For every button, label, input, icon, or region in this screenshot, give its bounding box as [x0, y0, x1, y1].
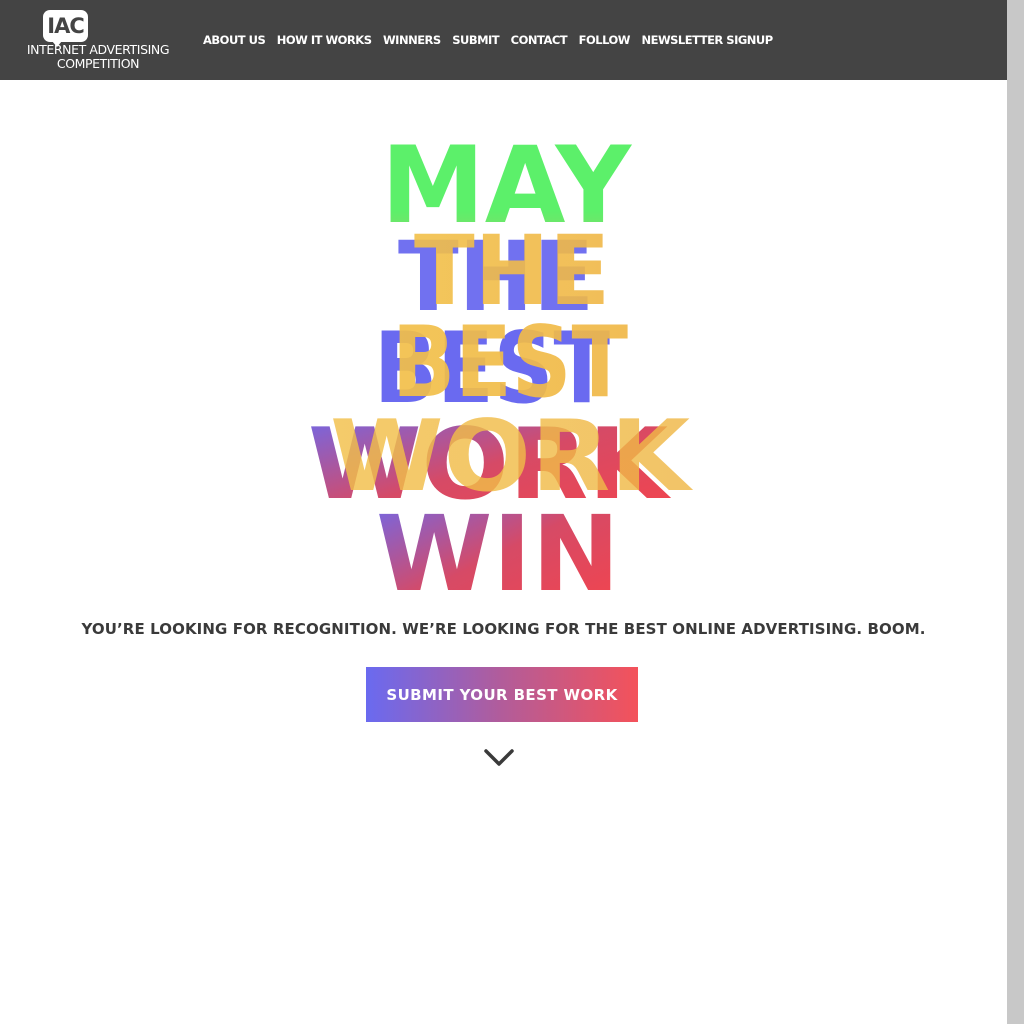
logo-text-line-1: INTERNET ADVERTISING: [26, 42, 170, 57]
nav-item-follow[interactable]: FOLLOW: [579, 33, 631, 47]
nav-item-about-us[interactable]: ABOUT US: [203, 33, 266, 47]
main-nav: ABOUT US HOW IT WORKS WINNERS SUBMIT CON…: [203, 31, 784, 49]
submit-best-work-button[interactable]: SUBMIT YOUR BEST WORK: [366, 667, 638, 722]
tagline: YOU’RE LOOKING FOR RECOGNITION. WE’RE LO…: [81, 620, 926, 638]
chevron-down-icon: [484, 749, 514, 766]
site-header: IAC INTERNET ADVERTISING COMPETITION ABO…: [0, 0, 1007, 80]
nav-item-contact[interactable]: CONTACT: [511, 33, 568, 47]
nav-item-submit[interactable]: SUBMIT: [452, 33, 499, 47]
site-logo[interactable]: IAC INTERNET ADVERTISING COMPETITION: [20, 8, 176, 74]
logo-mark: IAC: [43, 10, 88, 47]
hero-headline-art: MAY THE THE BEST BEST WORK WORK WIN: [308, 130, 693, 605]
hero-headline: MAY THE THE BEST BEST WORK WORK WIN: [296, 130, 712, 605]
page: IAC INTERNET ADVERTISING COMPETITION ABO…: [0, 0, 1007, 1024]
nav-item-how-it-works[interactable]: HOW IT WORKS: [277, 33, 372, 47]
page-scrollbar[interactable]: [1007, 0, 1024, 1024]
nav-item-winners[interactable]: WINNERS: [383, 33, 441, 47]
logo-text-line-2: COMPETITION: [56, 56, 140, 71]
logo-mark-text: IAC: [47, 13, 84, 38]
scroll-down-button[interactable]: [484, 748, 514, 768]
nav-item-newsletter-signup[interactable]: NEWSLETTER SIGNUP: [641, 33, 773, 47]
hero-line-win: WIN: [376, 493, 620, 605]
